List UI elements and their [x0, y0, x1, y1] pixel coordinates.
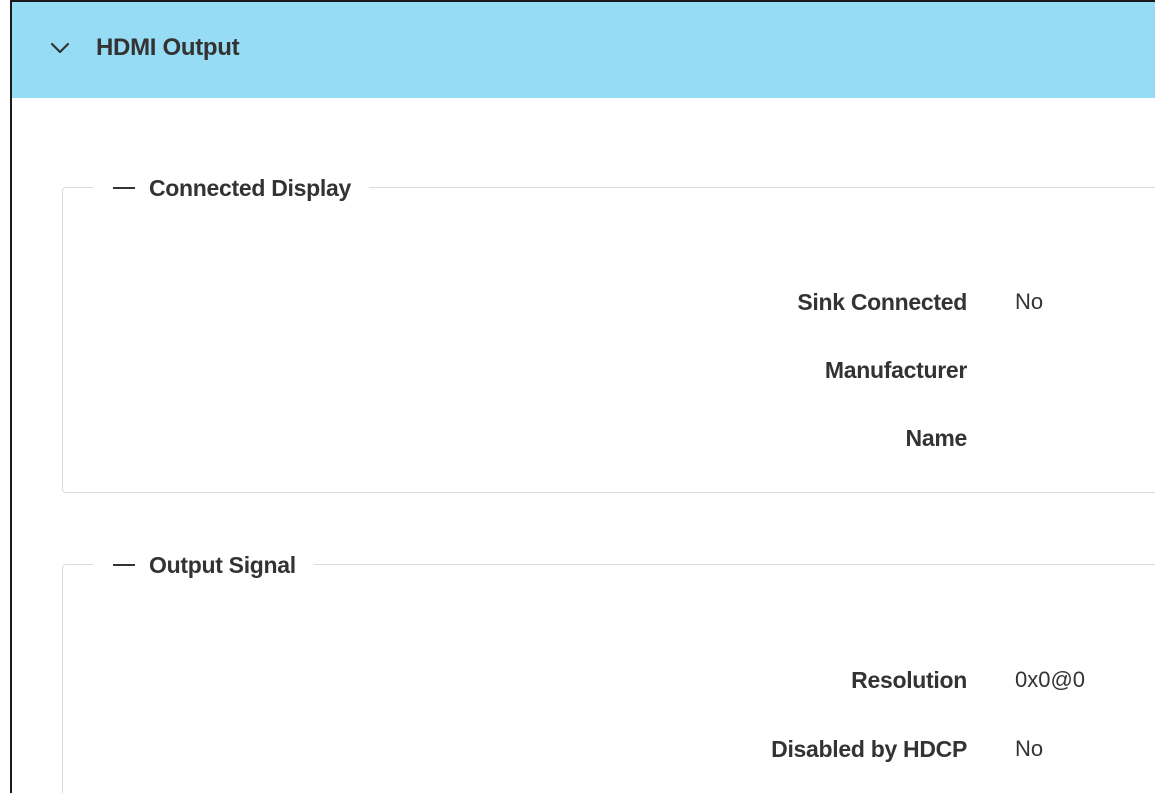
name-row: Name: [63, 425, 1155, 455]
output-signal-section: Output Signal Resolution 0x0@0 Disabled …: [62, 548, 1155, 793]
sink-connected-value: No: [1015, 289, 1044, 314]
hdmi-output-panel: HDMI Output Connected Display Sink Conne…: [10, 0, 1155, 793]
sink-connected-row: Sink Connected No: [63, 289, 1155, 319]
disabled-by-hdcp-value: No: [1015, 736, 1044, 761]
output-signal-legend: Output Signal: [149, 551, 296, 578]
manufacturer-label: Manufacturer: [824, 357, 967, 383]
minus-icon: [113, 564, 135, 566]
name-label: Name: [905, 425, 968, 451]
disabled-by-hdcp-row: Disabled by HDCP No: [63, 736, 1155, 766]
resolution-row: Resolution 0x0@0: [63, 667, 1155, 697]
manufacturer-row: Manufacturer: [63, 357, 1155, 387]
sink-connected-label: Sink Connected: [797, 289, 967, 315]
disabled-by-hdcp-label: Disabled by HDCP: [771, 736, 967, 762]
connected-display-section: Connected Display Sink Connected No Manu…: [62, 171, 1155, 493]
panel-title: HDMI Output: [96, 34, 240, 61]
resolution-label: Resolution: [851, 667, 967, 693]
output-signal-toggle[interactable]: Output Signal: [93, 548, 314, 582]
resolution-value: 0x0@0: [1015, 667, 1086, 692]
connected-display-legend: Connected Display: [149, 174, 351, 201]
hdmi-output-header[interactable]: HDMI Output: [12, 2, 1155, 98]
minus-icon: [113, 187, 135, 189]
connected-display-toggle[interactable]: Connected Display: [93, 171, 369, 205]
chevron-down-icon: [50, 42, 70, 54]
